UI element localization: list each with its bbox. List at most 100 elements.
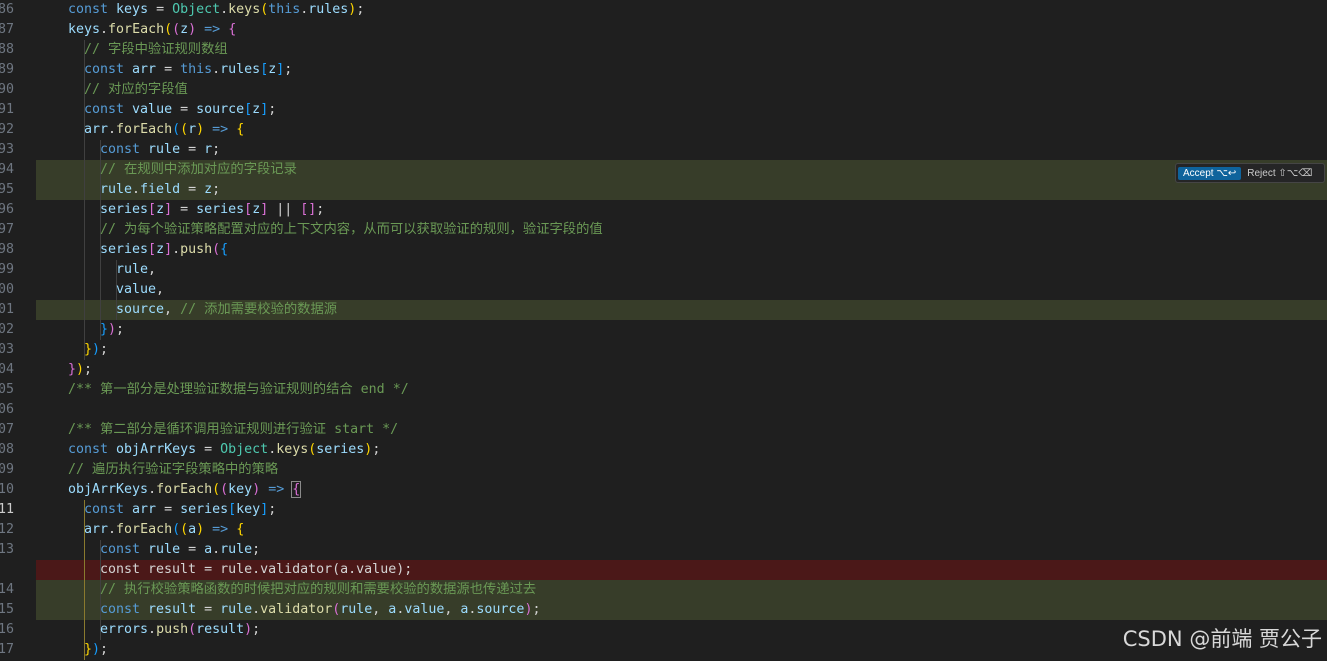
code-token: [ — [148, 242, 157, 257]
code-token: ; — [212, 142, 221, 157]
line-gutter: 98 — [0, 240, 36, 260]
code-token: // 执行校验策略函数的时候把对应的规则和需要校验的数据源也传递过去 — [100, 582, 537, 597]
code-token: forEach — [108, 22, 165, 37]
code-line[interactable]: 112arr.forEach((a) => { — [0, 520, 1327, 540]
code-token: result — [148, 602, 197, 617]
code-text: // 在规则中添加对应的字段记录 — [100, 160, 297, 180]
code-token: ( — [220, 482, 229, 497]
code-token: . — [108, 522, 117, 537]
code-line[interactable]: 110objArrKeys.forEach((key) => { — [0, 480, 1327, 500]
code-token: arr — [132, 502, 157, 517]
code-line[interactable]: 89 const arr = this.rules[z]; — [0, 60, 1327, 80]
code-line[interactable]: 103}); — [0, 340, 1327, 360]
code-token: ( — [180, 522, 189, 537]
code-token: , — [164, 302, 181, 317]
line-gutter: 99 — [0, 260, 36, 280]
code-line[interactable]: 107 /** 第二部分是循环调用验证规则进行验证 start */ — [0, 420, 1327, 440]
code-text: const objArrKeys = Object.keys(series); — [68, 440, 380, 460]
code-line[interactable]: 98 series[z].push({ — [0, 240, 1327, 260]
code-line[interactable]: 92 arr.forEach((r) => { — [0, 120, 1327, 140]
code-line[interactable]: 108 const objArrKeys = Object.keys(series… — [0, 440, 1327, 460]
line-number: 117 — [0, 642, 14, 657]
code-line[interactable]: 91 const value = source[z]; — [0, 100, 1327, 120]
removed-code-line[interactable]: const result = rule.validator(a.value); — [0, 560, 1327, 580]
indent-guide — [84, 600, 85, 620]
line-gutter: 89 — [0, 60, 36, 80]
code-token: series — [196, 202, 245, 217]
code-token: { — [228, 22, 237, 37]
code-token: value — [132, 102, 173, 117]
code-token: // 添加需要校验的数据源 — [180, 302, 338, 317]
code-line[interactable]: 87 keys.forEach((z) => { — [0, 20, 1327, 40]
code-token: [ — [148, 202, 157, 217]
code-line[interactable]: 102}); — [0, 320, 1327, 340]
code-token: } — [68, 362, 77, 377]
line-gutter: 100 — [0, 280, 36, 300]
code-token: value — [116, 282, 157, 297]
code-token: = — [172, 202, 197, 217]
line-gutter: 108 — [0, 440, 36, 460]
code-line[interactable]: 86 const keys = Object.keys(this.rules); — [0, 0, 1327, 20]
indent-guide — [100, 260, 101, 280]
inline-diff-widget: Accept ⌥↩ Reject ⇧⌥⌫ — [1175, 163, 1325, 183]
code-token: ; — [268, 502, 277, 517]
code-token: = — [196, 442, 221, 457]
code-line[interactable]: 97 // 为每个验证策略配置对应的上下文内容，从而可以获取验证的规则，验证字段的… — [0, 220, 1327, 240]
added-code-line[interactable]: 94 // 在规则中添加对应的字段记录 — [0, 160, 1327, 180]
code-line[interactable]: 99 rule, — [0, 260, 1327, 280]
added-code-line[interactable]: 95 rule.field = z; — [0, 180, 1327, 200]
code-line[interactable]: 113const rule = a.rule; — [0, 540, 1327, 560]
code-line[interactable]: 104}); — [0, 360, 1327, 380]
code-token: Object — [172, 2, 221, 17]
added-code-line[interactable]: 115 const result = rule.validator(rule, a… — [0, 600, 1327, 620]
line-gutter: 109 — [0, 460, 36, 480]
code-token: ( — [180, 122, 189, 137]
code-token: ( — [172, 522, 181, 537]
code-line[interactable]: 88 // 字段中验证规则数组 — [0, 40, 1327, 60]
code-token: } — [100, 322, 109, 337]
code-token: [] — [300, 202, 317, 217]
code-token: . — [220, 2, 229, 17]
code-line[interactable]: 93 const rule = r; — [0, 140, 1327, 160]
code-text: const arr = this.rules[z]; — [84, 60, 292, 80]
code-line[interactable]: 105 /** 第一部分是处理验证数据与验证规则的结合 end */ — [0, 380, 1327, 400]
indent-guide — [100, 300, 101, 320]
code-token: ] — [164, 202, 173, 217]
line-number: 87 — [0, 22, 14, 37]
accept-button[interactable]: Accept ⌥↩ — [1178, 166, 1242, 180]
code-token: forEach — [116, 522, 173, 537]
code-token: rule — [220, 542, 253, 557]
code-token: = — [180, 542, 205, 557]
line-gutter: 101 — [0, 300, 36, 320]
code-token: . — [108, 122, 117, 137]
line-number: 108 — [0, 442, 14, 457]
indent-guide — [84, 200, 85, 220]
code-text: // 字段中验证规则数组 — [84, 40, 228, 60]
indent-guide — [84, 220, 85, 240]
code-line[interactable]: 106 — [0, 400, 1327, 420]
code-token: [ — [244, 102, 253, 117]
code-token: { — [220, 242, 229, 257]
added-code-line[interactable]: 114 // 执行校验策略函数的时候把对应的规则和需要校验的数据源也传递过去 — [0, 580, 1327, 600]
reject-button[interactable]: Reject ⇧⌥⌫ — [1247, 168, 1312, 179]
code-token: ) — [244, 622, 253, 637]
code-token: rule — [340, 602, 373, 617]
code-token: { — [236, 122, 245, 137]
code-line[interactable]: 111 const arr = series[key]; — [0, 500, 1327, 520]
code-line[interactable]: 109 // 遍历执行验证字段策略中的策略 — [0, 460, 1327, 480]
code-token: ; — [284, 62, 293, 77]
code-text: const rule = a.rule; — [100, 540, 260, 560]
code-line[interactable]: 100 value, — [0, 280, 1327, 300]
code-text: /** 第二部分是循环调用验证规则进行验证 start */ — [68, 420, 398, 440]
code-token: validator — [260, 602, 333, 617]
added-code-line[interactable]: 101 source, // 添加需要校验的数据源 — [0, 300, 1327, 320]
code-token: ; — [372, 442, 381, 457]
code-text: }); — [84, 340, 108, 360]
code-line[interactable]: 96 series[z] = series[z] || []; — [0, 200, 1327, 220]
code-token: this — [268, 2, 301, 17]
code-line[interactable]: 90 // 对应的字段值 — [0, 80, 1327, 100]
code-token: ) — [108, 322, 117, 337]
code-editor[interactable]: 86 const keys = Object.keys(this.rules); 8… — [0, 0, 1327, 661]
code-token: ) — [188, 22, 197, 37]
code-token: rule — [220, 602, 253, 617]
